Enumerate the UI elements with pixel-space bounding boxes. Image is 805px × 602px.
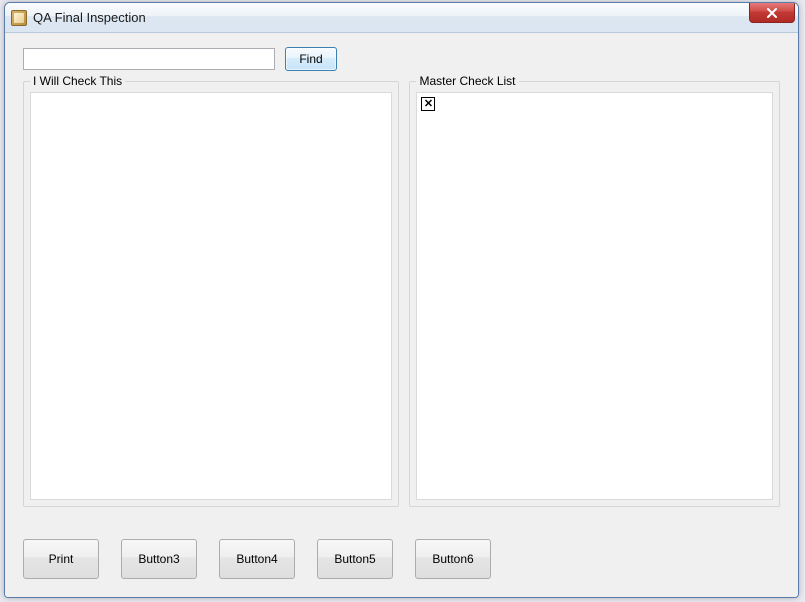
search-input[interactable] — [23, 48, 275, 70]
window-title: QA Final Inspection — [33, 10, 146, 25]
print-button[interactable]: Print — [23, 539, 99, 579]
left-list-area[interactable] — [30, 92, 392, 500]
app-icon — [11, 10, 27, 26]
button4[interactable]: Button4 — [219, 539, 295, 579]
titlebar: QA Final Inspection — [5, 3, 798, 33]
bottom-button-row: Print Button3 Button4 Button5 Button6 — [23, 539, 491, 579]
groupbox-right-title: Master Check List — [416, 74, 518, 88]
button5[interactable]: Button5 — [317, 539, 393, 579]
find-button[interactable]: Find — [285, 47, 337, 71]
client-area: Find I Will Check This Master Check List… — [5, 33, 798, 597]
button6[interactable]: Button6 — [415, 539, 491, 579]
missing-image-icon: ✕ — [421, 97, 435, 111]
app-window: QA Final Inspection Find I Will Check Th… — [4, 2, 799, 598]
groupbox-i-will-check: I Will Check This — [23, 81, 399, 507]
groupbox-master-check-list: Master Check List ✕ — [409, 81, 780, 507]
right-list-area[interactable]: ✕ — [416, 92, 773, 500]
close-button[interactable] — [749, 3, 795, 23]
button3[interactable]: Button3 — [121, 539, 197, 579]
groupbox-left-title: I Will Check This — [30, 74, 125, 88]
search-row: Find — [23, 47, 780, 71]
close-icon — [766, 8, 778, 18]
panels-row: I Will Check This Master Check List ✕ — [23, 81, 780, 507]
